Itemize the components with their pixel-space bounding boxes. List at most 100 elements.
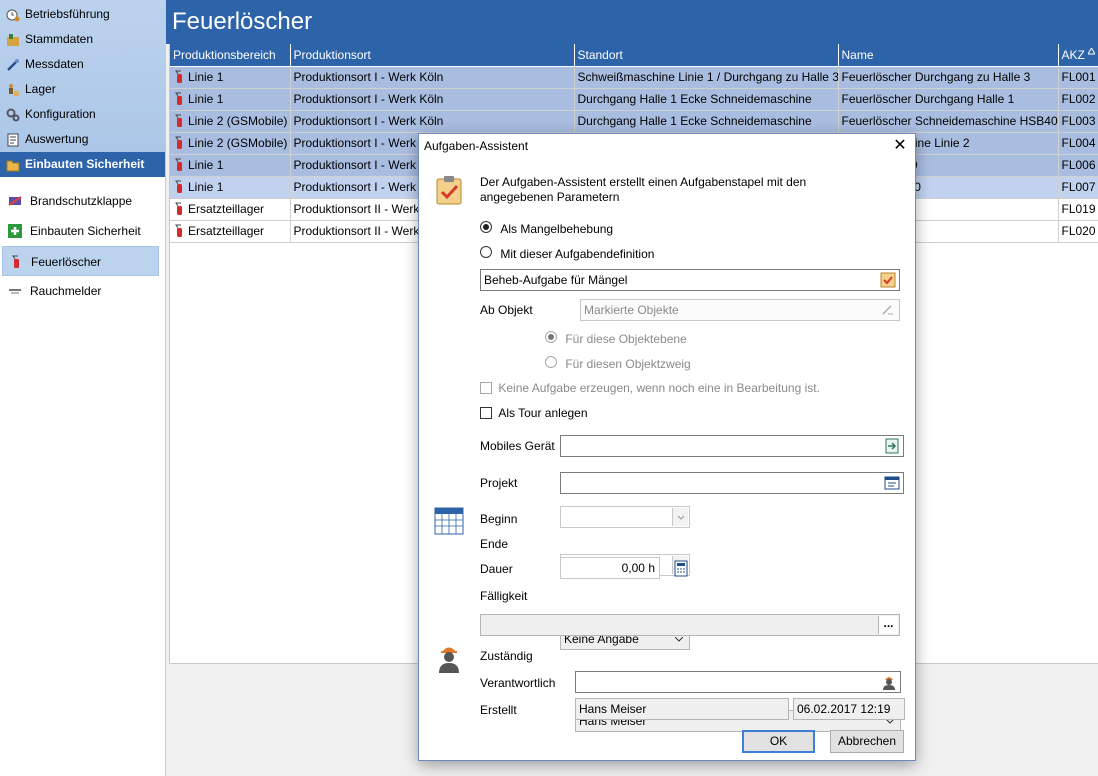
radio-aufgabendefinition[interactable]: Mit dieser Aufgabendefinition <box>480 246 654 261</box>
checkbox-keine-aufgabe-label: Keine Aufgabe erzeugen, wenn noch eine i… <box>498 381 820 395</box>
cell-text: Ersatzteillager <box>188 202 265 216</box>
column-header-standort[interactable]: Standort <box>574 44 839 67</box>
cell-text: Linie 1 <box>188 180 224 194</box>
cell-text: FL019 <box>1061 202 1096 216</box>
cell-text: Durchgang Halle 1 Ecke Schneidemaschine <box>577 114 812 128</box>
radio-button[interactable] <box>545 356 557 368</box>
radio-button[interactable] <box>480 221 492 233</box>
table-cell-bereich[interactable]: Linie 2 (GSMobile) <box>170 110 291 133</box>
table-row[interactable]: Linie 1 Produktionsort I - Werk Köln Schwe… <box>170 66 1098 89</box>
table-cell-akz[interactable]: FL004 <box>1058 132 1098 155</box>
table-cell-bereich[interactable]: Linie 2 (GSMobile) <box>170 132 291 155</box>
column-header-akz[interactable]: AKZ <box>1058 44 1098 67</box>
table-cell-name[interactable]: Feuerlöscher Durchgang zu Halle 3 <box>838 66 1059 89</box>
column-header-name[interactable]: Name <box>838 44 1059 67</box>
table-cell-akz[interactable]: FL020 <box>1058 220 1098 243</box>
table-cell-akz[interactable]: FL002 <box>1058 88 1098 111</box>
radio-button[interactable] <box>480 246 492 258</box>
nav-item-auswertung[interactable]: Auswertung <box>0 127 165 152</box>
table-cell-bereich[interactable]: Linie 1 <box>170 66 291 89</box>
first-aid-icon <box>8 224 22 238</box>
close-icon[interactable]: ✕ <box>891 137 909 155</box>
sub-item-feuerloescher[interactable]: Feuerlöscher <box>2 246 159 276</box>
person-picker-icon[interactable] <box>880 674 898 690</box>
calculator-icon[interactable] <box>674 560 688 577</box>
cell-text: FL006 <box>1061 158 1096 172</box>
sub-item-einbauten-sicherheit[interactable]: Einbauten Sicherheit <box>2 216 159 246</box>
table-cell-name[interactable]: Feuerlöscher Schneidemaschine HSB400 <box>838 110 1059 133</box>
probe-icon <box>7 59 19 71</box>
column-header-produktionsort[interactable]: Produktionsort <box>290 44 575 67</box>
erstellt-date-field: 06.02.2017 12:19 <box>793 698 905 720</box>
projekt-field[interactable] <box>560 472 904 494</box>
cell-text: Feuerlöscher Schneidemaschine HSB400 <box>841 114 1058 128</box>
checkbox-keine-aufgabe[interactable]: Keine Aufgabe erzeugen, wenn noch eine i… <box>480 381 820 395</box>
dauer-field[interactable]: 0,00 h <box>560 557 660 579</box>
cell-text: Linie 2 (GSMobile) <box>188 114 288 128</box>
smoke-detector-icon <box>9 289 21 294</box>
checkbox[interactable] <box>480 407 492 419</box>
sub-item-brandschutzklappe[interactable]: Brandschutzklappe <box>2 186 159 216</box>
erstellt-date-value: 06.02.2017 12:19 <box>797 702 891 716</box>
table-cell-bereich[interactable]: Linie 1 <box>170 88 291 111</box>
beginn-date-picker[interactable] <box>560 506 690 528</box>
sort-ascending-icon <box>1086 46 1096 55</box>
nav-item-messdaten[interactable]: Messdaten <box>0 52 165 77</box>
ok-button[interactable]: OK <box>742 730 815 753</box>
project-picker-icon[interactable] <box>883 475 901 491</box>
nav-item-einbauten-sicherheit[interactable]: Einbauten Sicherheit <box>0 152 165 177</box>
table-cell-ort[interactable]: Produktionsort I - Werk Köln <box>290 110 575 133</box>
table-cell-bereich[interactable]: Linie 1 <box>170 176 291 199</box>
table-cell-name[interactable]: Feuerlöscher Durchgang Halle 1 <box>838 88 1059 111</box>
radio-objektzweig-label: Für diesen Objektzweig <box>565 357 691 371</box>
ab-objekt-field[interactable]: Markierte Objekte <box>580 299 900 321</box>
table-cell-akz[interactable]: FL007 <box>1058 176 1098 199</box>
cell-text: FL001 <box>1061 70 1096 84</box>
chevron-down-icon <box>677 515 685 520</box>
nav-item-konfiguration[interactable]: Konfiguration <box>0 102 165 127</box>
cell-text: FL002 <box>1061 92 1096 106</box>
radio-mangelbehebung[interactable]: Als Mangelbehebung <box>480 221 613 236</box>
table-cell-akz[interactable]: FL003 <box>1058 110 1098 133</box>
sub-item-rauchmelder[interactable]: Rauchmelder <box>2 276 159 306</box>
nav-item-betriebsfuehrung[interactable]: Betriebsführung <box>0 2 165 27</box>
table-row[interactable]: Linie 1 Produktionsort I - Werk Köln Durch… <box>170 88 1098 111</box>
radio-objektebene[interactable]: Für diese Objektebene <box>545 331 687 346</box>
erstellt-by-field: Hans Meiser <box>575 698 789 720</box>
table-cell-akz[interactable]: FL019 <box>1058 198 1098 221</box>
table-cell-standort[interactable]: Schweißmaschine Linie 1 / Durchgang zu H… <box>574 66 839 89</box>
beginn-dropdown-button[interactable] <box>672 508 688 526</box>
table-cell-bereich[interactable]: Ersatzteillager <box>170 198 291 221</box>
verantwortlich-field[interactable] <box>575 671 901 693</box>
task-definition-field[interactable]: Beheb-Aufgabe für Mängel <box>480 269 900 291</box>
extra-parameter-field[interactable]: ... <box>480 614 900 636</box>
nav-item-stammdaten[interactable]: Stammdaten <box>0 27 165 52</box>
table-cell-akz[interactable]: FL006 <box>1058 154 1098 177</box>
table-cell-ort[interactable]: Produktionsort I - Werk Köln <box>290 88 575 111</box>
mobiles-geraet-field[interactable] <box>560 435 904 457</box>
radio-button[interactable] <box>545 331 557 343</box>
device-picker-icon[interactable] <box>883 438 901 454</box>
cancel-button[interactable]: Abbrechen <box>830 730 904 753</box>
column-header-produktionsbereich[interactable]: Produktionsbereich <box>170 44 291 67</box>
task-picker-icon[interactable] <box>879 272 897 288</box>
table-cell-bereich[interactable]: Linie 1 <box>170 154 291 177</box>
dauer-value: 0,00 h <box>621 561 655 575</box>
radio-objektzweig[interactable]: Für diesen Objektzweig <box>545 356 691 371</box>
table-cell-standort[interactable]: Durchgang Halle 1 Ecke Schneidemaschine <box>574 88 839 111</box>
table-cell-ort[interactable]: Produktionsort I - Werk Köln <box>290 66 575 89</box>
table-cell-bereich[interactable]: Ersatzteillager <box>170 220 291 243</box>
table-cell-standort[interactable]: Durchgang Halle 1 Ecke Schneidemaschine <box>574 110 839 133</box>
erstellt-by-value: Hans Meiser <box>579 702 647 716</box>
report-icon <box>7 133 19 147</box>
radio-objektebene-label: Für diese Objektebene <box>565 332 687 346</box>
object-picker-icon[interactable] <box>879 302 897 318</box>
checkbox-als-tour-label: Als Tour anlegen <box>498 406 588 420</box>
checkbox[interactable] <box>480 382 492 394</box>
table-cell-akz[interactable]: FL001 <box>1058 66 1098 89</box>
ellipsis-button[interactable]: ... <box>878 616 898 634</box>
nav-item-lager[interactable]: Lager <box>0 77 165 102</box>
table-row[interactable]: Linie 2 (GSMobile) Produktionsort I - Wer… <box>170 110 1098 133</box>
checkbox-als-tour[interactable]: Als Tour anlegen <box>480 406 588 420</box>
fire-extinguisher-icon <box>175 70 182 83</box>
